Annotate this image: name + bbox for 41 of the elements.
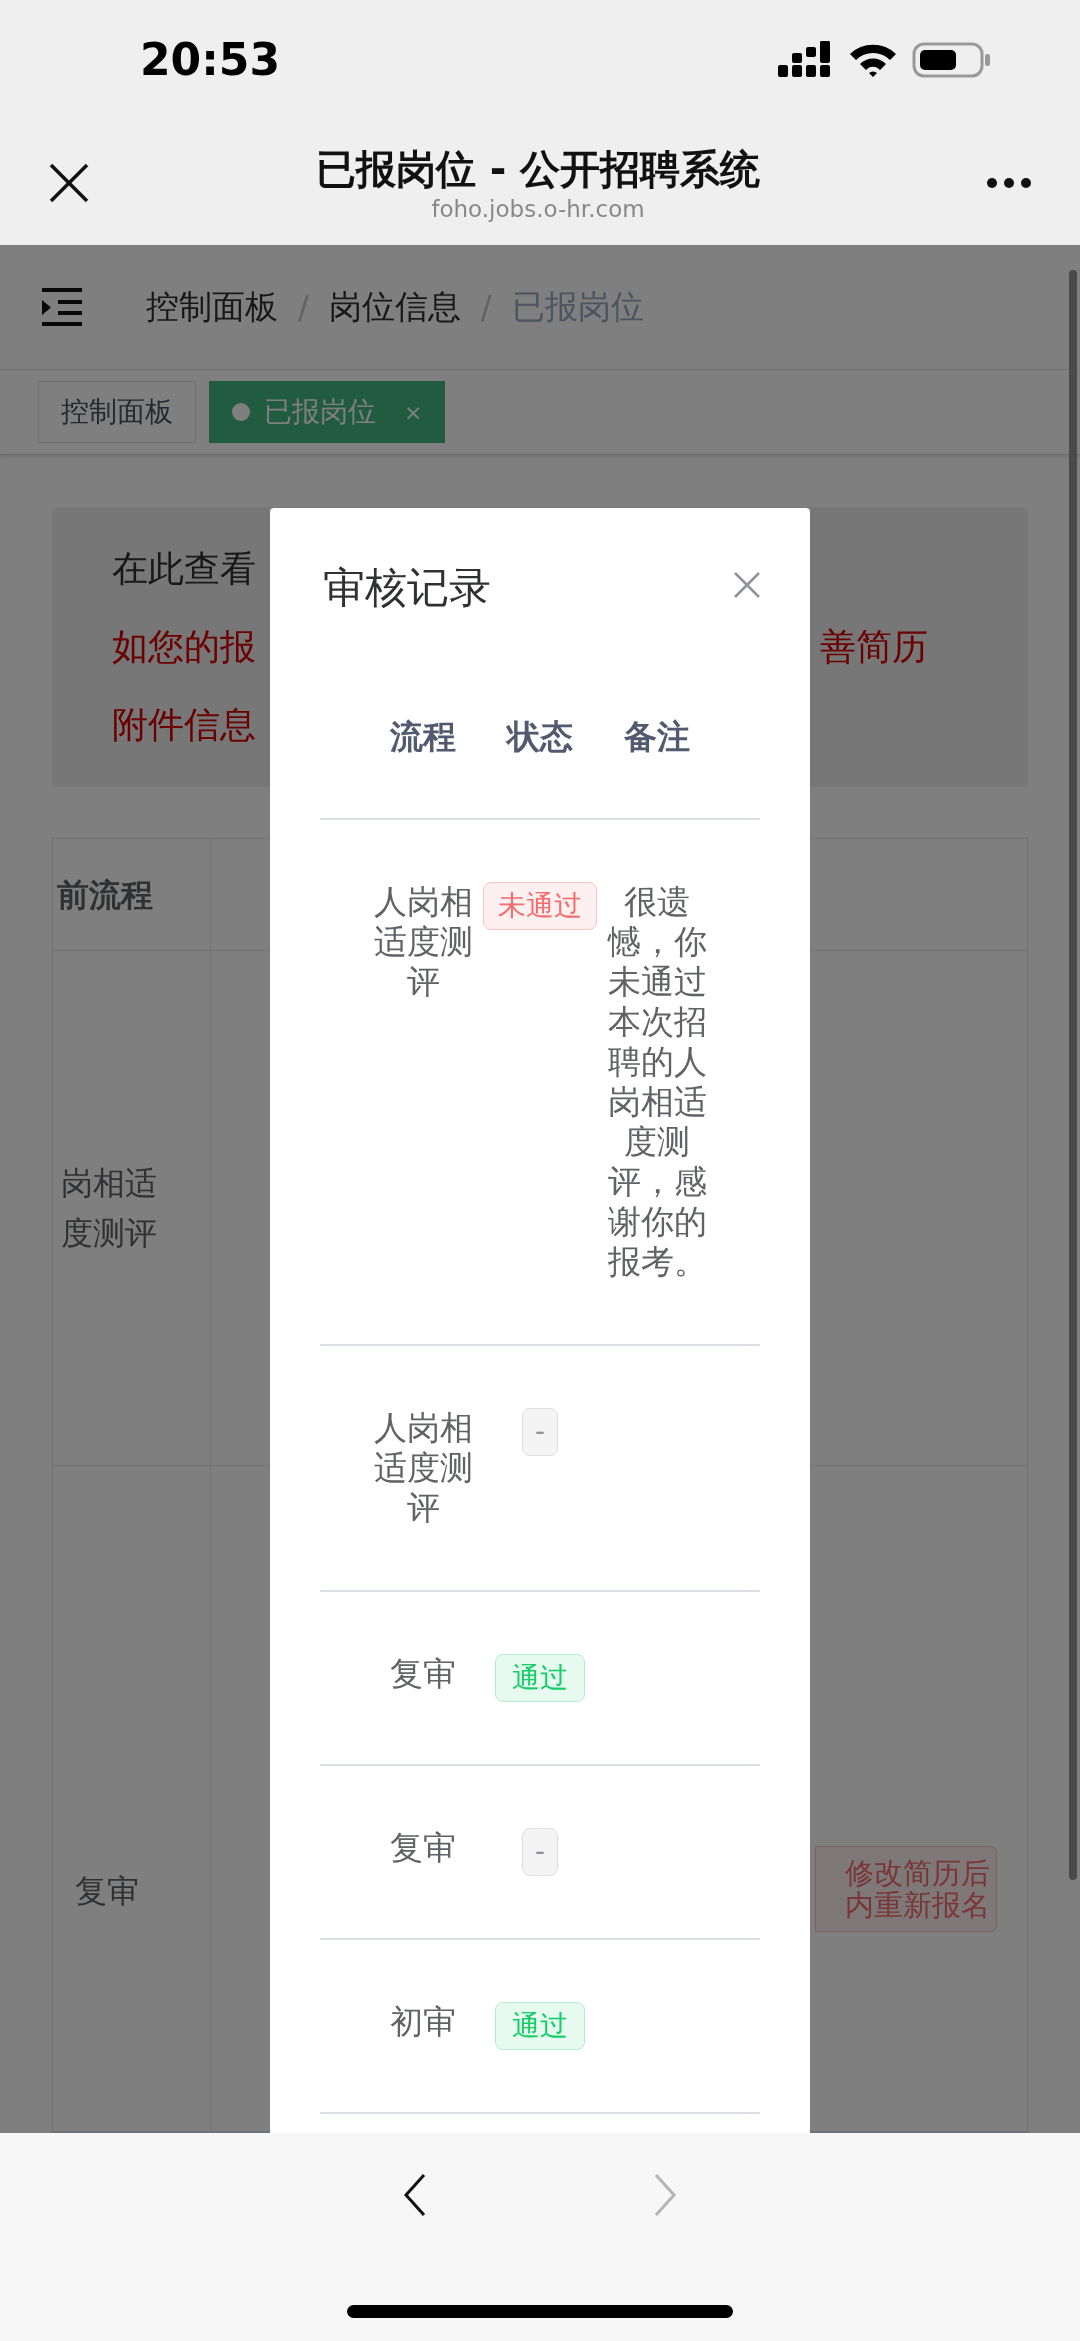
status-time: 20:53 xyxy=(140,33,281,87)
stage-cell-text: 人岗相适度测评 xyxy=(372,882,474,1002)
status-tag: 通过 xyxy=(495,2002,585,2050)
column-header: 备注 xyxy=(623,716,691,759)
wifi-icon xyxy=(848,42,898,78)
stage-cell-text: 初审 xyxy=(389,2002,457,2042)
status-tag: 未通过 xyxy=(483,882,597,930)
breadcrumb-link[interactable]: 岗位信息 xyxy=(328,282,461,332)
table-cell-text: 复审 xyxy=(75,1871,139,1912)
table-header-cell-text: 前流程 xyxy=(57,874,153,916)
notice-text: 在此查看 xyxy=(112,547,256,591)
note-text: 很遗憾，你未通过本次招聘的人岗相适度测评，感谢你的报考。 xyxy=(606,882,708,1282)
reapply-button[interactable]: 修改简历后 内重新报名 xyxy=(815,1846,997,1932)
dialog-title: 审核记录 xyxy=(323,562,491,614)
chevron-left-icon xyxy=(402,2173,428,2217)
page-tab[interactable]: 已报岗位 × xyxy=(209,381,446,443)
scrollbar[interactable] xyxy=(1069,270,1077,1880)
breadcrumb-link[interactable]: 控制面板 xyxy=(146,282,278,332)
status-tag: - xyxy=(521,1828,559,1876)
stage-cell-text: 复审 xyxy=(389,1828,457,1868)
chevron-right-icon xyxy=(652,2173,678,2217)
notice-text: 如您的报 xyxy=(112,625,256,669)
column-header: 状态 xyxy=(504,716,574,759)
battery-icon xyxy=(912,42,992,78)
page-tab[interactable]: 控制面板 xyxy=(38,381,196,443)
notice-text: 善简历 xyxy=(820,625,928,669)
tab-close-mark[interactable]: × xyxy=(404,395,423,429)
column-header: 流程 xyxy=(389,716,457,759)
status-tag: 通过 xyxy=(495,1654,585,1702)
stage-cell-text: 复审 xyxy=(389,1654,457,1694)
more-icon[interactable] xyxy=(986,176,1032,189)
stage-cell-text: 人岗相适度测评 xyxy=(372,1408,474,1528)
breadcrumb-separator: / xyxy=(480,287,492,328)
page-title: 已报岗位 - 公开招聘系统 xyxy=(315,144,761,194)
notice-text: 附件信息 xyxy=(112,703,256,747)
table-cell-text: 岗相适 度测评 xyxy=(61,1163,157,1254)
close-icon[interactable] xyxy=(48,161,90,204)
breadcrumb-separator: / xyxy=(298,287,309,328)
page-url: foho.jobs.o-hr.com xyxy=(431,194,645,223)
menu-icon[interactable] xyxy=(40,287,84,327)
status-tag: - xyxy=(521,1408,559,1456)
